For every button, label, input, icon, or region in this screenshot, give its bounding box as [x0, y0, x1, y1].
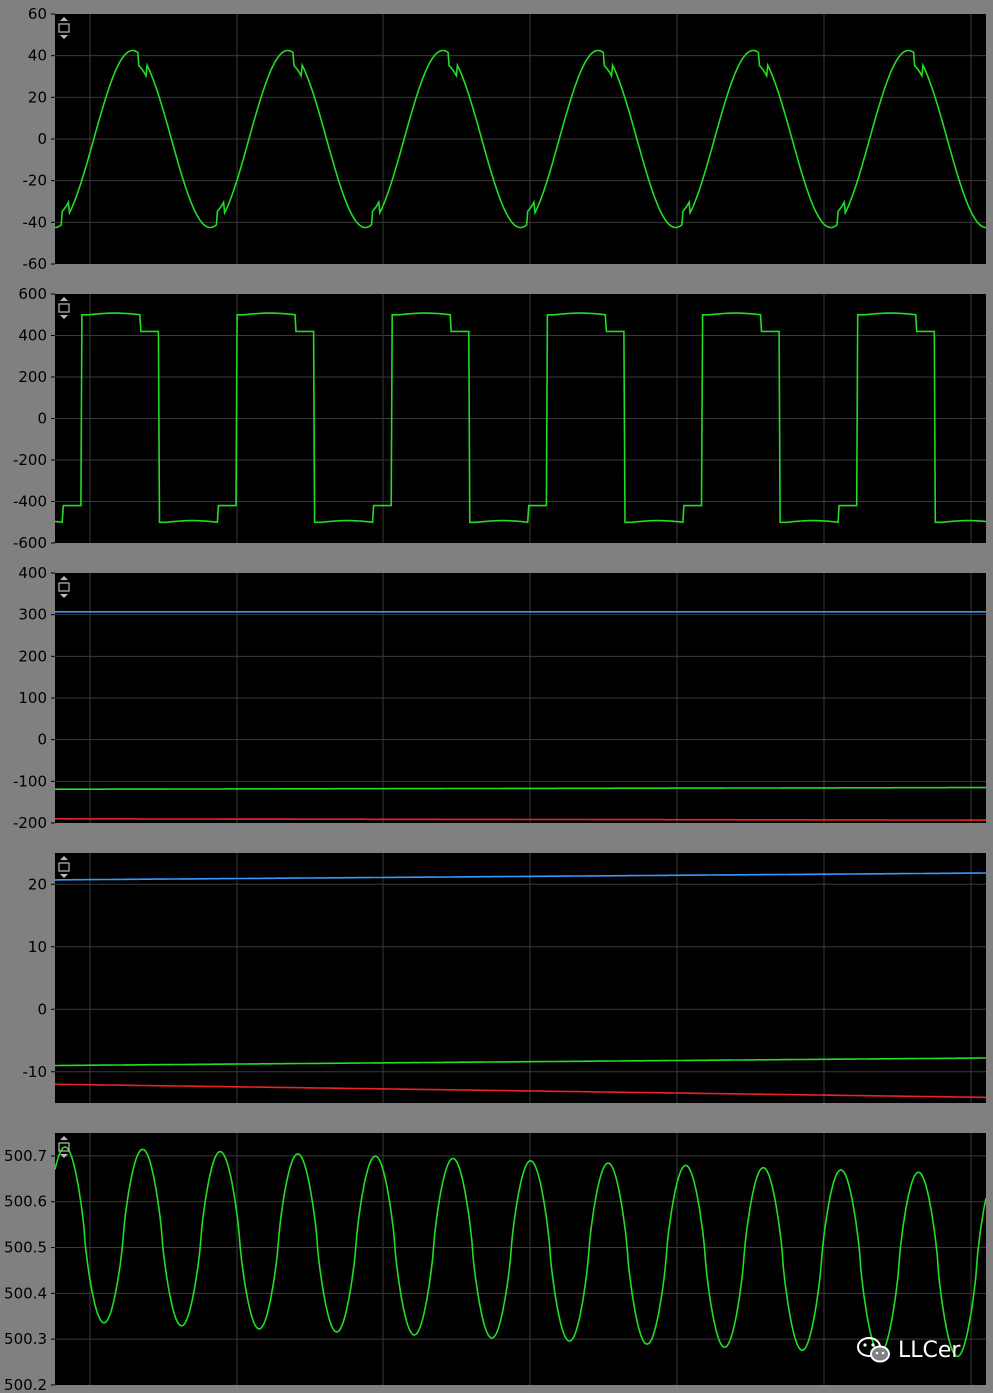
plot-area [55, 853, 986, 1103]
plot-area [55, 1133, 986, 1385]
y-tick-label: 400 [18, 327, 47, 345]
y-tick-label: -200 [13, 451, 47, 469]
y-tick-label: 500.7 [4, 1147, 47, 1165]
y-tick-label: 40 [28, 47, 47, 65]
chart-panel-2: 600 400 200 0 -200 -400 -600 [13, 285, 987, 552]
y-tick-label: 500.4 [4, 1284, 47, 1302]
y-tick-label: 0 [37, 1000, 47, 1018]
y-tick-label: 400 [18, 564, 47, 582]
y-tick-label: 500.3 [4, 1330, 47, 1348]
y-tick-label: -600 [13, 534, 47, 552]
y-tick-label: 600 [18, 285, 47, 303]
y-tick-label: -10 [23, 1063, 48, 1081]
watermark: LLCer [856, 1336, 960, 1364]
y-tick-label: 0 [37, 130, 47, 148]
y-tick-label: 500.6 [4, 1193, 47, 1211]
chart-panel-1: 60 40 20 0 -20 -40 -60 [23, 5, 986, 273]
wechat-icon [857, 1337, 890, 1363]
y-tick-label: -400 [13, 493, 47, 511]
y-tick-label: 500.2 [4, 1376, 47, 1393]
y-tick-label: 20 [28, 88, 47, 106]
chart-panel-3: 400 300 200 100 0 -100 -200 [13, 564, 986, 832]
y-tick-label: 60 [28, 5, 47, 23]
oscilloscope-plots: 6040200-20-40-606004002000-200-400-60040… [4, 5, 987, 1393]
y-tick-label: 100 [18, 689, 47, 707]
y-tick-label: -200 [13, 814, 47, 832]
y-tick-label: 300 [18, 606, 47, 624]
chart-panel-5: 500.7 500.6 500.5 500.4 500.3 500.2 [4, 1133, 987, 1393]
y-tick-label: 10 [28, 938, 47, 956]
y-tick-label: 200 [18, 368, 47, 386]
watermark-text: LLCer [898, 1337, 961, 1363]
y-tick-label: -40 [23, 213, 48, 231]
chart-panel-4: 20 10 0 -10 [23, 853, 986, 1103]
y-tick-label: -100 [13, 772, 47, 790]
y-tick-label: 0 [37, 731, 47, 749]
y-tick-label: 500.5 [4, 1239, 47, 1257]
y-tick-label: 20 [28, 875, 47, 893]
y-tick-label: -20 [23, 172, 48, 190]
y-tick-label: 200 [18, 647, 47, 665]
y-tick-label: -60 [23, 255, 48, 273]
y-tick-label: 0 [37, 410, 47, 428]
